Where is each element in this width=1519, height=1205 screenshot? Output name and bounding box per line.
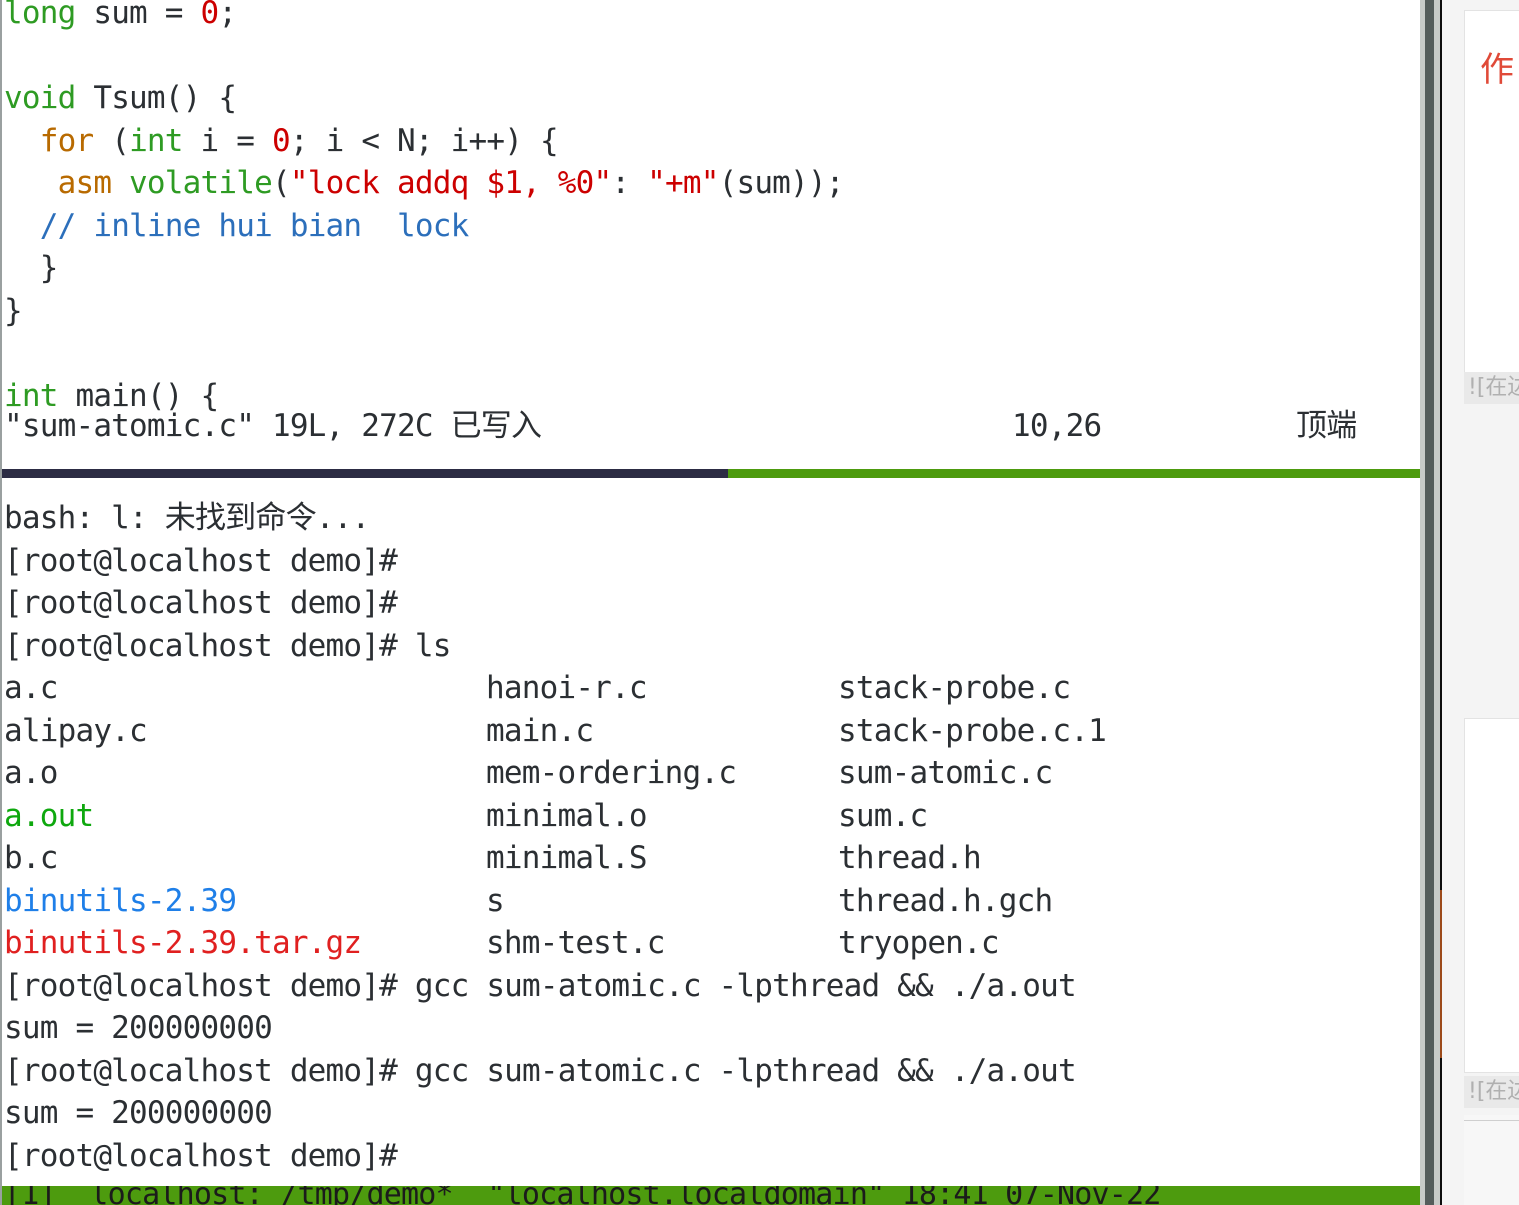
screen-status-bar: [1] localhost: /tmp/demo* "localhost.loc…: [0, 1186, 1420, 1205]
vim-source-line: [0, 332, 1420, 375]
ls-file-entry: stack-probe.c: [838, 670, 1071, 706]
vim-window-left-border: [0, 0, 2, 1205]
code-token: (: [271, 165, 291, 201]
vim-editor-pane[interactable]: long sum = 0; void Tsum() { for (int i =…: [0, 0, 1420, 417]
ls-file-entry: hanoi-r.c: [486, 670, 648, 706]
code-token: "+m": [647, 165, 719, 201]
background-app-panel[interactable]: 作 ![在边 ![在边: [1442, 0, 1519, 1205]
panel-title-fragment: 作: [1480, 50, 1514, 90]
shell-line: [root@localhost demo]# ls: [4, 627, 451, 664]
code-token: volatile: [111, 165, 273, 201]
vim-source-line: for (int i = 0; i < N; i++) {: [0, 120, 1420, 163]
shell-output-pane[interactable]: bash: l: 未找到命令... [root@localhost demo]# […: [0, 497, 1420, 1177]
code-token: :: [611, 165, 648, 201]
code-token: }: [4, 292, 23, 329]
code-token: i =: [182, 122, 272, 159]
code-token: Tsum() {: [75, 80, 237, 116]
panel-footer-divider: [1464, 1120, 1519, 1121]
terminal-window[interactable]: long sum = 0; void Tsum() { for (int i =…: [0, 0, 1420, 1205]
shell-line: [root@localhost demo]# gcc sum-atomic.c …: [4, 967, 1077, 1004]
code-token: asm: [57, 165, 112, 201]
ls-output-row: a.c hanoi-r.c stack-probe.c: [0, 667, 1420, 710]
vim-source-line: [0, 35, 1420, 78]
vim-source-line: }: [0, 290, 1420, 333]
ls-file-entry: main.c: [486, 712, 594, 749]
ls-output-row: binutils-2.39 s thread.h.gch: [0, 880, 1420, 923]
ls-file-entry: mem-ordering.c: [486, 755, 737, 791]
vim-source-line: // inline hui bian lock: [0, 205, 1420, 248]
vim-source-line: asm volatile("lock addq $1, %0": "+m"(su…: [0, 162, 1420, 205]
vim-scroll-location: 顶端: [1296, 408, 1357, 444]
code-token: (sum));: [718, 165, 845, 201]
ls-file-entry: minimal.o: [486, 797, 648, 834]
code-token: ;: [218, 0, 237, 31]
vim-source-line: }: [0, 247, 1420, 290]
ls-file-entry: s: [486, 882, 505, 919]
code-token: long: [4, 0, 76, 31]
panel-chip-lower: ![在边: [1464, 1076, 1519, 1108]
code-token: 0: [200, 0, 220, 31]
ls-output-row: binutils-2.39.tar.gz shm-test.c tryopen.c: [0, 922, 1420, 965]
vim-cursor-position: 10,26: [1012, 408, 1102, 444]
window-scrollbar-strip[interactable]: [1420, 0, 1442, 1205]
ls-file-entry: shm-test.c: [486, 925, 665, 961]
code-token: (: [93, 122, 130, 159]
panel-chip-upper: ![在边: [1464, 372, 1519, 404]
ls-file-entry: a.out: [4, 797, 94, 834]
shell-line: bash: l: 未找到命令...: [4, 500, 370, 536]
code-token: int: [129, 122, 183, 159]
code-token: ; i < N; i++) {: [289, 122, 559, 159]
shell-line: [root@localhost demo]# gcc sum-atomic.c …: [4, 1052, 1077, 1089]
screen-root: long sum = 0; void Tsum() { for (int i =…: [0, 0, 1519, 1205]
vim-status-line: "sum-atomic.c" 19L, 272C 已写入 10,26 顶端: [0, 405, 1420, 450]
ls-file-entry: binutils-2.39: [4, 882, 237, 919]
split-bar-active-segment: [728, 469, 1420, 478]
ls-file-entry: thread.h.gch: [838, 882, 1053, 919]
code-token: }: [4, 250, 59, 286]
ls-file-entry: sum-atomic.c: [838, 755, 1053, 791]
ls-file-entry: a.c: [4, 670, 58, 706]
ls-file-entry: thread.h: [838, 840, 982, 876]
ls-file-entry: a.o: [4, 755, 58, 791]
shell-line: [root@localhost demo]#: [4, 1137, 398, 1174]
shell-line: sum = 200000000: [4, 1010, 273, 1046]
code-token: for: [39, 122, 94, 159]
split-bar-inactive-segment: [0, 469, 728, 478]
ls-file-entry: b.c: [4, 840, 58, 876]
code-token: void: [4, 80, 76, 116]
ls-output-row: a.out minimal.o sum.c: [0, 795, 1420, 838]
ls-output-row: alipay.c main.c stack-probe.c.1: [0, 710, 1420, 753]
panel-footer: [1464, 1115, 1519, 1205]
ls-file-entry: alipay.c: [4, 712, 148, 749]
shell-line: [root@localhost demo]#: [4, 542, 398, 579]
code-token: sum =: [75, 0, 201, 31]
vim-source-line: long sum = 0;: [0, 0, 1420, 35]
vim-file-info: "sum-atomic.c" 19L, 272C 已写入: [4, 408, 542, 444]
shell-line: sum = 200000000: [4, 1095, 273, 1131]
screen-status-text: [1] localhost: /tmp/demo* "localhost.loc…: [4, 1186, 1161, 1205]
pane-split-bar: [0, 469, 1420, 478]
panel-card-bottom: [1464, 718, 1519, 1073]
shell-line: [root@localhost demo]#: [4, 585, 398, 621]
ls-file-entry: stack-probe.c.1: [838, 712, 1107, 749]
vim-source-line: void Tsum() {: [0, 77, 1420, 120]
ls-output-row: a.o mem-ordering.c sum-atomic.c: [0, 752, 1420, 795]
scrollbar-thumb[interactable]: [1425, 0, 1434, 1205]
code-token: 0: [271, 122, 291, 159]
code-token: // inline hui bian lock: [39, 207, 470, 244]
ls-file-entry: tryopen.c: [838, 925, 1000, 961]
code-token: "lock addq $1, %0": [289, 165, 612, 201]
ls-file-entry: binutils-2.39.tar.gz: [4, 925, 362, 961]
ls-file-entry: sum.c: [838, 797, 928, 834]
ls-output-row: b.c minimal.S thread.h: [0, 837, 1420, 880]
ls-file-entry: minimal.S: [486, 840, 648, 876]
